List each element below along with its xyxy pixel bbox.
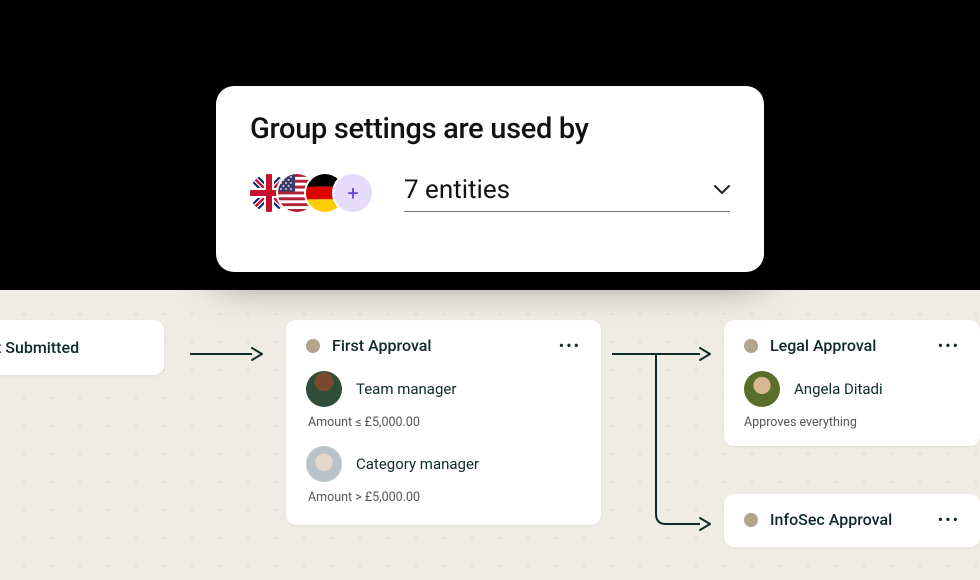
avatar bbox=[306, 371, 342, 407]
entities-dropdown[interactable]: 7 entities bbox=[404, 175, 730, 212]
approval-rule: Approves everything bbox=[744, 415, 960, 430]
status-dot-icon bbox=[744, 513, 758, 527]
card-title: InfoSec Approval bbox=[770, 510, 892, 529]
entities-dropdown-label: 7 entities bbox=[404, 175, 510, 205]
approval-rule: Amount ≤ £5,000.00 bbox=[306, 415, 581, 430]
approver-row: Angela Ditadi bbox=[744, 371, 960, 407]
chevron-down-icon bbox=[714, 179, 730, 200]
status-dot-icon bbox=[744, 339, 758, 353]
avatar bbox=[744, 371, 780, 407]
infosec-approval-card[interactable]: InfoSec Approval ••• bbox=[724, 494, 980, 547]
approver-label: Angela Ditadi bbox=[794, 380, 883, 398]
avatar bbox=[306, 446, 342, 482]
approver-row: Category manager bbox=[306, 446, 581, 482]
more-button[interactable]: ••• bbox=[938, 510, 960, 529]
workflow-canvas[interactable]: e Request Submitted First Approval ••• T… bbox=[0, 290, 980, 580]
arrow-icon bbox=[190, 344, 270, 364]
first-approval-card[interactable]: First Approval ••• Team manager Amount ≤… bbox=[286, 320, 601, 525]
more-button[interactable]: ••• bbox=[938, 336, 960, 355]
approver-label: Category manager bbox=[356, 455, 479, 473]
card-header: Legal Approval ••• bbox=[744, 336, 960, 355]
card-header: InfoSec Approval ••• bbox=[744, 510, 960, 529]
status-dot-icon bbox=[306, 339, 320, 353]
workflow-start-label: e Request Submitted bbox=[0, 338, 144, 357]
arrow-branch-icon bbox=[612, 334, 722, 534]
plus-icon: + bbox=[347, 181, 358, 205]
more-button[interactable]: ••• bbox=[559, 336, 581, 355]
add-entity-button[interactable]: + bbox=[334, 174, 372, 212]
group-settings-card: Group settings are used by + 7 entities bbox=[216, 86, 764, 272]
approver-label: Team manager bbox=[356, 380, 456, 398]
group-settings-row: + 7 entities bbox=[250, 174, 730, 212]
approval-rule: Amount > £5,000.00 bbox=[306, 490, 581, 505]
card-title: First Approval bbox=[332, 336, 431, 355]
card-title: Legal Approval bbox=[770, 336, 876, 355]
group-settings-title: Group settings are used by bbox=[250, 112, 730, 146]
card-header: First Approval ••• bbox=[306, 336, 581, 355]
entity-flag-stack: + bbox=[250, 174, 372, 212]
workflow-start-card[interactable]: e Request Submitted bbox=[0, 320, 164, 375]
legal-approval-card[interactable]: Legal Approval ••• Angela Ditadi Approve… bbox=[724, 320, 980, 446]
approver-row: Team manager bbox=[306, 371, 581, 407]
